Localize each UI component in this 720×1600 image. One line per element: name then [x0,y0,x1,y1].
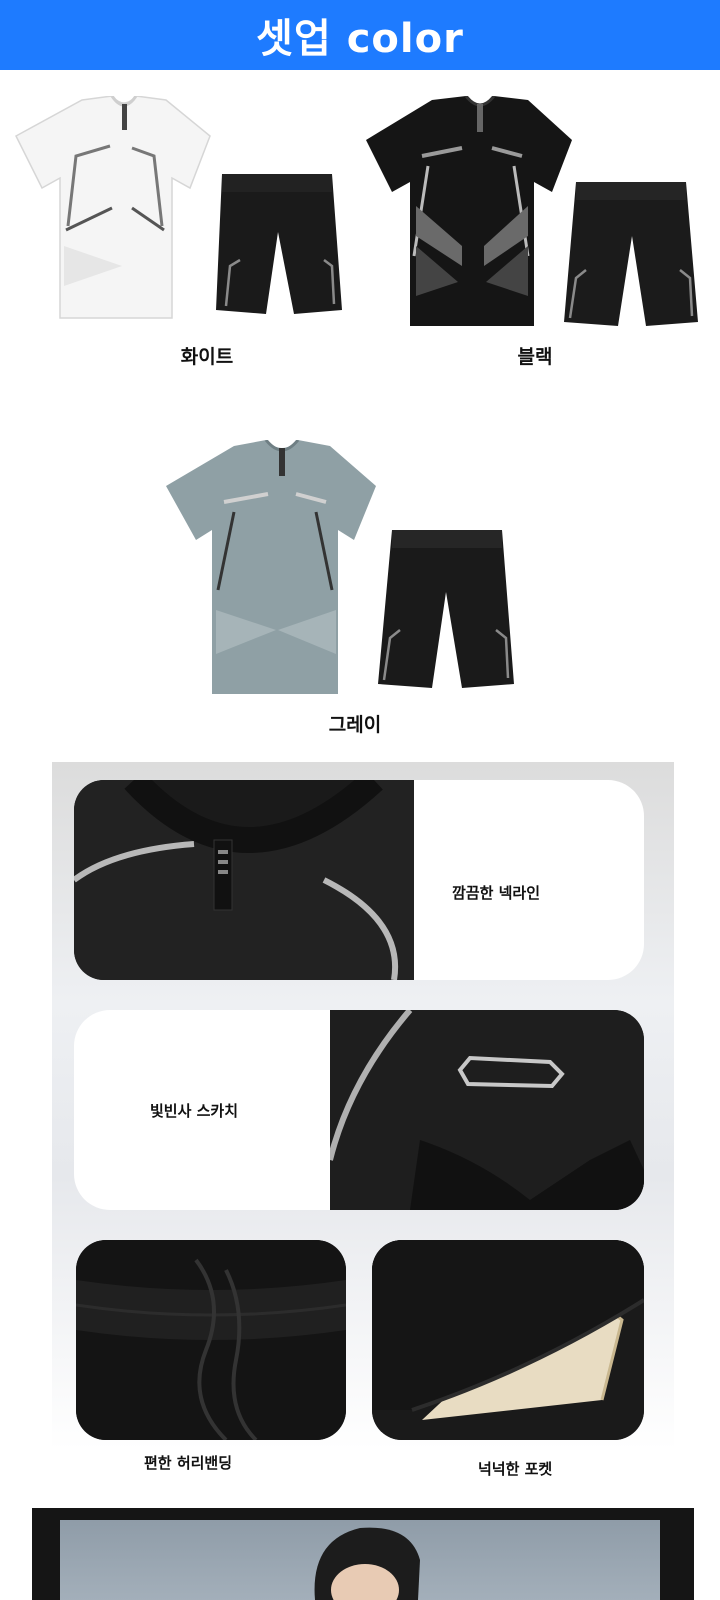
product-detail-page: 셋업 color 화이트 블랙 그레이 깜끔한 넥라인 빛빈사 스카치 편한 허… [0,0,720,1600]
reflective-stripe-photo [330,1010,644,1210]
product-image-gray[interactable] [166,440,526,700]
model-photo [60,1520,660,1600]
product-name-gray: 그레이 [328,714,382,736]
waistband-photo [76,1240,346,1440]
feature-label-pocket: 넉넉한 포켓 [478,1460,553,1478]
feature-label-reflective: 빛빈사 스카치 [150,1102,239,1120]
product-name-black: 블랙 [517,346,553,368]
section-header: 셋업 color [0,0,720,70]
feature-label-neckline: 깜끔한 넥라인 [452,884,541,902]
section-title: 셋업 color [256,16,464,62]
product-name-white: 화이트 [180,346,234,368]
neckline-photo [74,780,414,980]
feature-label-waistband: 편한 허리밴딩 [144,1454,233,1472]
product-image-white[interactable] [12,96,342,328]
product-image-black[interactable] [362,96,702,332]
pocket-photo [372,1240,644,1440]
